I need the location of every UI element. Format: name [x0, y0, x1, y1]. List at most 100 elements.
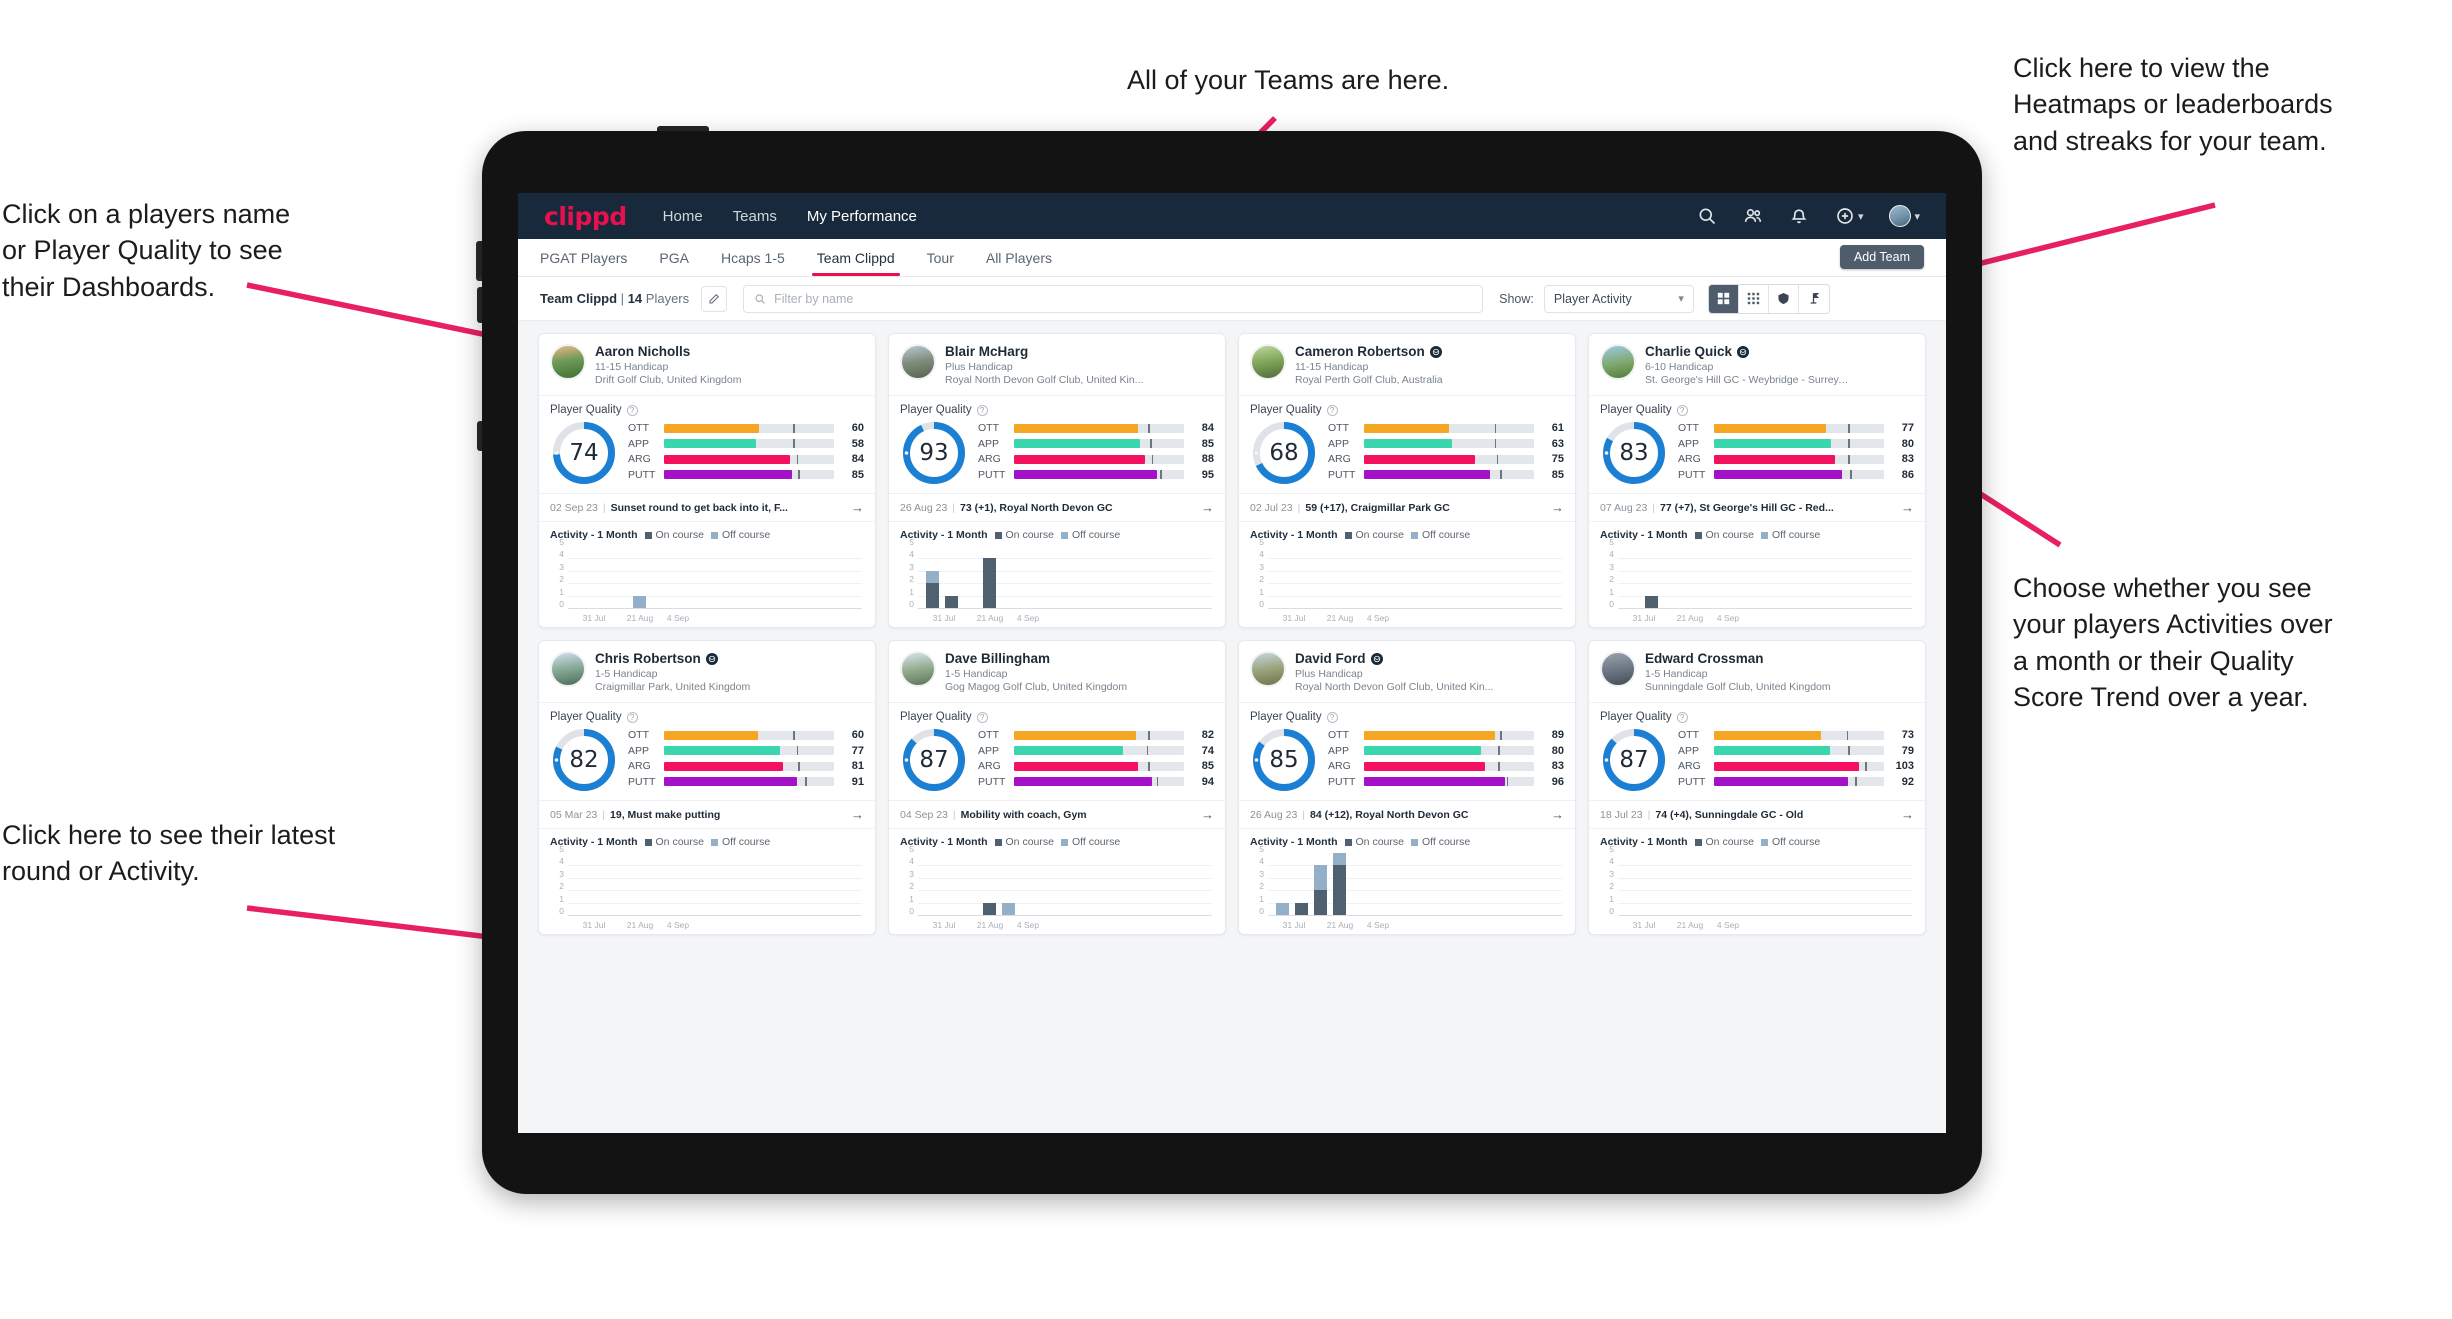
player-name[interactable]: Aaron Nicholls	[595, 344, 690, 359]
tab-pgat-players[interactable]: PGAT Players	[540, 239, 627, 276]
chart-y-tick: 1	[559, 586, 564, 597]
arrow-right-icon[interactable]: →	[1543, 807, 1564, 822]
latest-round-row[interactable]: 26 Aug 23 | 73 (+1), Royal North Devon GC →	[889, 493, 1225, 521]
arrow-right-icon[interactable]: →	[1193, 807, 1214, 822]
help-icon[interactable]: ?	[976, 711, 988, 723]
tab-pga[interactable]: PGA	[659, 239, 689, 276]
tab-all-players[interactable]: All Players	[986, 239, 1052, 276]
avatar[interactable]	[550, 651, 586, 687]
help-icon[interactable]: ?	[626, 711, 638, 723]
player-quality-section[interactable]: Player Quality? 68 OTT 61 APP 63 ARG 75 PUTT 85	[1239, 396, 1575, 493]
metric-value: 96	[1551, 775, 1564, 788]
metric-benchmark-tick	[1151, 454, 1154, 464]
latest-round-row[interactable]: 07 Aug 23 | 77 (+7), St George's Hill GC -…	[1589, 493, 1925, 521]
metric-label: OTT	[628, 729, 649, 741]
arrow-right-icon[interactable]: →	[843, 500, 864, 515]
profile-menu[interactable]: ▾	[1889, 205, 1920, 227]
chart-y-tick: 5	[909, 844, 914, 854]
player-card[interactable]: Charlie Quick 6-10 Handicap St. George's H…	[1588, 333, 1926, 628]
tab-team-clippd[interactable]: Team Clippd	[811, 239, 900, 276]
plus-circle-icon[interactable]	[1835, 206, 1855, 226]
avatar[interactable]	[1889, 205, 1912, 227]
activity-section: Activity - 1 Month On course Off course 5 4 3…	[1239, 521, 1575, 627]
player-card[interactable]: Cameron Robertson 11-15 Handicap Royal Per…	[1238, 333, 1576, 628]
nav-link-teams[interactable]: Teams	[733, 208, 777, 225]
avatar[interactable]	[550, 344, 586, 380]
chart-x-labels: 31 Jul 21 Aug 4 Sep	[568, 613, 862, 625]
legend-on-course: On course	[1344, 529, 1404, 541]
chart-y-tick: 4	[1609, 856, 1614, 867]
player-name[interactable]: Chris Robertson	[595, 651, 701, 666]
nav-link-home[interactable]: Home	[663, 208, 703, 225]
player-card[interactable]: Blair McHarg Plus Handicap Royal North Dev…	[888, 333, 1226, 628]
arrow-right-icon[interactable]: →	[1543, 500, 1564, 515]
player-quality-section[interactable]: Player Quality? 74 OTT 60 APP 58 ARG 84 PUTT 85	[539, 396, 875, 493]
avatar[interactable]	[1250, 344, 1286, 380]
add-team-button[interactable]: Add Team	[1839, 245, 1924, 269]
player-card[interactable]: Edward Crossman 1-5 Handicap Sunningdale G…	[1588, 640, 1926, 935]
metric-fill	[1014, 730, 1137, 740]
people-icon[interactable]	[1743, 206, 1763, 226]
player-name[interactable]: Cameron Robertson	[1295, 344, 1425, 359]
player-quality-section[interactable]: Player Quality? 82 OTT 60 APP 77 ARG 81 PUTT 91	[539, 703, 875, 800]
latest-round-row[interactable]: 02 Sep 23 | Sunset round to get back into …	[539, 493, 875, 521]
view-grid-large-button[interactable]	[1708, 284, 1739, 313]
player-card[interactable]: David Ford Plus Handicap Royal North Devon…	[1238, 640, 1576, 935]
latest-round-row[interactable]: 18 Jul 23 | 74 (+4), Sunningdale GC - Old →	[1589, 800, 1925, 828]
tab-hcaps-1-5[interactable]: Hcaps 1-5	[721, 239, 785, 276]
activity-section: Activity - 1 Month On course Off course 5 4 3…	[1589, 828, 1925, 934]
search-field-wrap[interactable]	[743, 284, 1484, 313]
player-quality-section[interactable]: Player Quality? 83 OTT 77 APP 80 ARG 83 PUTT 86	[1589, 396, 1925, 493]
add-menu[interactable]: ▾	[1835, 206, 1863, 226]
volume-down-button[interactable]	[477, 287, 482, 323]
edit-team-button[interactable]	[701, 285, 728, 312]
clippd-logo[interactable]: clippd	[544, 202, 627, 231]
player-quality-section[interactable]: Player Quality? 93 OTT 84 APP 85 ARG 88 PUTT 95	[889, 396, 1225, 493]
volume-up-button[interactable]	[477, 241, 482, 277]
help-icon[interactable]: ?	[1326, 404, 1338, 416]
player-card[interactable]: Dave Billingham 1-5 Handicap Gog Magog Gol…	[888, 640, 1226, 935]
arrow-right-icon[interactable]: →	[843, 807, 864, 822]
view-heatmap-button[interactable]	[1798, 284, 1829, 313]
show-select[interactable]: Player Activity ▾	[1543, 284, 1694, 313]
help-icon[interactable]: ?	[626, 404, 638, 416]
arrow-right-icon[interactable]: →	[1893, 807, 1914, 822]
arrow-right-icon[interactable]: →	[1893, 500, 1914, 515]
search-input[interactable]	[774, 291, 1473, 306]
player-name[interactable]: Charlie Quick	[1645, 344, 1732, 359]
chart-x-tick: 4 Sep	[1016, 613, 1040, 623]
nav-link-my-performance[interactable]: My Performance	[807, 208, 917, 225]
avatar[interactable]	[900, 651, 936, 687]
arrow-right-icon[interactable]: →	[1193, 500, 1214, 515]
activity-header: Activity - 1 Month On course Off course	[900, 836, 1214, 848]
search-icon[interactable]	[1697, 206, 1717, 226]
player-name[interactable]: Blair McHarg	[945, 344, 1028, 359]
latest-round-row[interactable]: 02 Jul 23 | 59 (+17), Craigmillar Park GC →	[1239, 493, 1575, 521]
player-quality-section[interactable]: Player Quality? 87 OTT 82 APP 74 ARG 85 PUTT 94	[889, 703, 1225, 800]
metric-fill	[1714, 746, 1830, 755]
help-icon[interactable]: ?	[1676, 404, 1688, 416]
power-button[interactable]	[657, 126, 709, 131]
help-icon[interactable]: ?	[1676, 711, 1688, 723]
avatar[interactable]	[1600, 651, 1636, 687]
view-leaderboard-button[interactable]	[1768, 284, 1799, 313]
player-card[interactable]: Aaron Nicholls 11-15 Handicap Drift Golf C…	[538, 333, 876, 628]
latest-round-row[interactable]: 05 Mar 23 | 19, Must make putting →	[539, 800, 875, 828]
player-name[interactable]: Edward Crossman	[1645, 651, 1764, 666]
help-icon[interactable]: ?	[1326, 711, 1338, 723]
avatar[interactable]	[1600, 344, 1636, 380]
view-grid-small-button[interactable]	[1738, 284, 1769, 313]
player-name[interactable]: David Ford	[1295, 651, 1366, 666]
latest-round-row[interactable]: 04 Sep 23 | Mobility with coach, Gym →	[889, 800, 1225, 828]
player-card[interactable]: Chris Robertson 1-5 Handicap Craigmillar P…	[538, 640, 876, 935]
tab-tour[interactable]: Tour	[927, 239, 954, 276]
player-quality-section[interactable]: Player Quality? 87 OTT 73 APP 79 ARG 103 PUTT 92	[1589, 703, 1925, 800]
avatar[interactable]	[900, 344, 936, 380]
avatar[interactable]	[1250, 651, 1286, 687]
help-icon[interactable]: ?	[976, 404, 988, 416]
player-name[interactable]: Dave Billingham	[945, 651, 1050, 666]
player-quality-section[interactable]: Player Quality? 85 OTT 89 APP 80 ARG 83 PUTT 96	[1239, 703, 1575, 800]
bell-icon[interactable]	[1789, 206, 1809, 226]
latest-round-row[interactable]: 26 Aug 23 | 84 (+12), Royal North Devon GC…	[1239, 800, 1575, 828]
metric-track	[664, 439, 834, 448]
